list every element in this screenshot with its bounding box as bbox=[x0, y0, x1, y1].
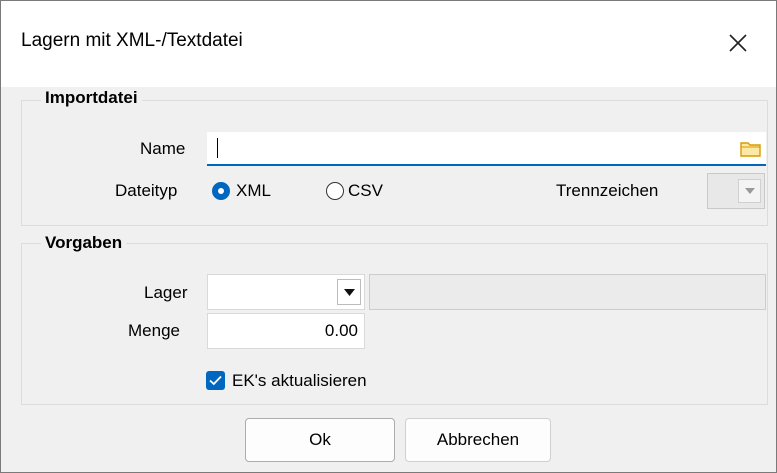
dialog-title: Lagern mit XML-/Textdatei bbox=[21, 30, 243, 51]
radio-xml-indicator[interactable] bbox=[212, 182, 230, 200]
importdatei-group-title: Importdatei bbox=[41, 88, 142, 108]
trennzeichen-combobox[interactable] bbox=[707, 173, 765, 209]
text-caret bbox=[217, 138, 218, 158]
vorgaben-group-title: Vorgaben bbox=[41, 233, 127, 253]
close-icon bbox=[729, 34, 747, 52]
lager-label: Lager bbox=[144, 283, 188, 302]
lager-dropdown-button[interactable] bbox=[337, 279, 361, 305]
name-input[interactable] bbox=[207, 132, 766, 166]
checkmark-icon bbox=[209, 375, 222, 386]
radio-xml-label[interactable]: XML bbox=[236, 181, 271, 201]
menge-label: Menge bbox=[128, 321, 180, 340]
ek-aktualisieren-label[interactable]: EK's aktualisieren bbox=[232, 371, 367, 391]
chevron-down-icon bbox=[745, 188, 755, 194]
lager-name-field bbox=[369, 274, 766, 310]
chevron-down-icon bbox=[344, 289, 355, 296]
trennzeichen-dropdown-button[interactable] bbox=[738, 179, 761, 203]
title-bar: Lagern mit XML-/Textdatei bbox=[1, 1, 776, 87]
ek-aktualisieren-checkbox[interactable] bbox=[206, 371, 225, 390]
name-label: Name bbox=[140, 139, 186, 158]
radio-csv-indicator[interactable] bbox=[326, 182, 344, 200]
dateityp-label: Dateityp bbox=[115, 181, 178, 200]
lager-combobox[interactable] bbox=[207, 274, 365, 310]
dialog-window: Lagern mit XML-/Textdatei Importdatei Na… bbox=[0, 0, 777, 473]
folder-icon[interactable] bbox=[740, 140, 762, 158]
trennzeichen-label: Trennzeichen bbox=[556, 181, 659, 200]
menge-input[interactable]: 0.00 bbox=[207, 313, 365, 349]
ok-button[interactable]: Ok bbox=[245, 418, 395, 462]
radio-csv-label[interactable]: CSV bbox=[348, 181, 383, 201]
close-button[interactable] bbox=[713, 21, 763, 65]
cancel-button[interactable]: Abbrechen bbox=[405, 418, 551, 462]
